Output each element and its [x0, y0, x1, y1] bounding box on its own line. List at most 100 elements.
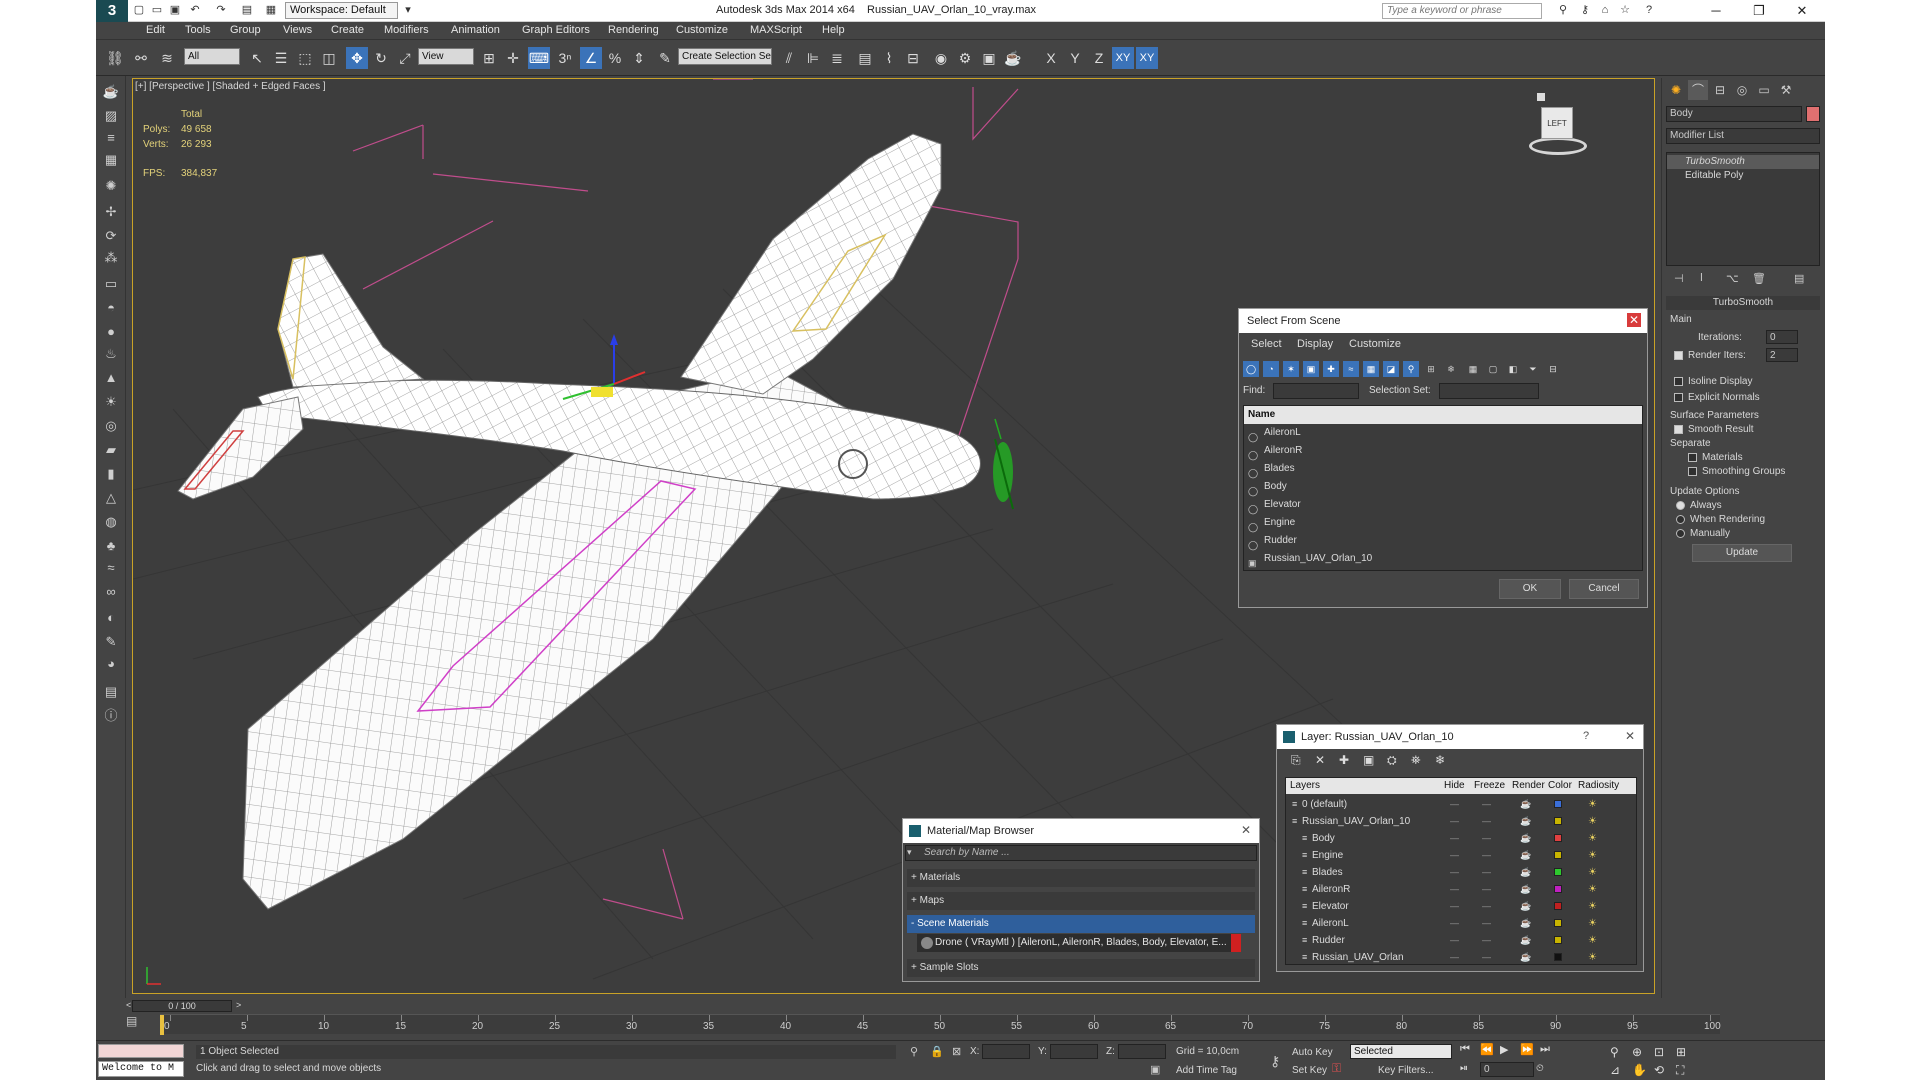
schematic-view-icon[interactable]: ⊟	[902, 47, 924, 69]
layer-name[interactable]: Engine	[1312, 847, 1343, 864]
layer-row[interactable]: AileronR ≡ — — ☕ ☀	[1286, 881, 1636, 898]
render-toggle-icon[interactable]: ☕	[1520, 898, 1531, 915]
teapot-small-icon[interactable]: ♨	[101, 344, 121, 364]
zoom-extents-all-icon[interactable]: ⊞	[1676, 1045, 1686, 1059]
hide-toggle-icon[interactable]: —	[1450, 813, 1459, 830]
mirror-icon[interactable]: ⫽	[778, 47, 800, 69]
hide-toggle-icon[interactable]: —	[1450, 881, 1459, 898]
maximize-button[interactable]: ❐	[1739, 2, 1779, 20]
info-icon[interactable]: ⓘ	[101, 706, 121, 726]
col-freeze[interactable]: Freeze	[1474, 778, 1505, 794]
render-iters-spinner[interactable]: 2	[1766, 348, 1798, 362]
display-geometry-icon[interactable]: ◯	[1243, 361, 1259, 377]
app-logo-icon[interactable]: 3	[96, 0, 128, 22]
rendered-frame-icon[interactable]: ▣	[978, 47, 1000, 69]
close-icon[interactable]: ✕	[1623, 729, 1637, 743]
materials-section[interactable]: + Materials	[907, 869, 1255, 887]
select-rotate-icon[interactable]: ↻	[370, 47, 392, 69]
col-render[interactable]: Render	[1512, 778, 1545, 794]
remove-modifier-icon[interactable]: 🗑	[1752, 272, 1766, 285]
select-scale-icon[interactable]: ⤢	[394, 47, 416, 69]
layer-row[interactable]: Blades ≡ — — ☕ ☀	[1286, 864, 1636, 881]
radiosity-icon[interactable]: ☀	[1588, 813, 1597, 830]
layer-row[interactable]: Russian_UAV_Orlan ≡ — — ☕ ☀	[1286, 949, 1636, 966]
layer-row[interactable]: Russian_UAV_Orlan_10 ≡ — — ☕ ☀	[1286, 813, 1636, 830]
hierarchy-tab-icon[interactable]: ⊟	[1710, 80, 1730, 100]
save-file-icon[interactable]: ▣	[168, 3, 182, 17]
helper-icon[interactable]: ✢	[101, 202, 121, 222]
plane-icon[interactable]: ▰	[101, 440, 121, 460]
next-key-icon[interactable]: ⏩	[1520, 1043, 1534, 1056]
layer-name[interactable]: 0 (default)	[1302, 796, 1347, 813]
grid-icon[interactable]: ▦	[101, 150, 121, 170]
pan-icon[interactable]: ✋	[1632, 1063, 1647, 1077]
pyramid-icon[interactable]: △	[101, 488, 121, 508]
hide-toggle-icon[interactable]: —	[1450, 796, 1459, 813]
radiosity-icon[interactable]: ☀	[1588, 847, 1597, 864]
radiosity-icon[interactable]: ☀	[1588, 796, 1597, 813]
modifier-list-dropdown[interactable]: Modifier List	[1666, 128, 1820, 144]
layer-name[interactable]: Blades	[1312, 864, 1343, 881]
edit-named-selection-icon[interactable]: ✎	[654, 47, 676, 69]
viewcube-face[interactable]: LEFT	[1541, 107, 1573, 139]
render-toggle-icon[interactable]: ☕	[1520, 813, 1531, 830]
bind-spacewarp-icon[interactable]: ≋	[156, 47, 178, 69]
zoom-all-icon[interactable]: ⊕	[1632, 1045, 1642, 1059]
selection-filter-dropdown[interactable]: All	[184, 48, 240, 65]
time-config-icon[interactable]: ⏲	[1536, 1063, 1544, 1074]
isoline-display-checkbox[interactable]: Isoline Display	[1674, 376, 1752, 387]
redo-icon[interactable]: ↷	[214, 3, 228, 17]
spinner-snap-icon[interactable]: ⇕	[628, 47, 650, 69]
display-frozen-icon[interactable]: ❄	[1443, 361, 1459, 377]
workspace-dropdown[interactable]: Workspace: Default	[285, 2, 398, 19]
maps-section[interactable]: + Maps	[907, 892, 1255, 910]
favorites-star-icon[interactable]: ☆	[1618, 3, 1632, 17]
layer-name[interactable]: Rudder	[1312, 932, 1345, 949]
display-spacewarps-icon[interactable]: ≈	[1343, 361, 1359, 377]
radiosity-icon[interactable]: ☀	[1588, 915, 1597, 932]
image-icon[interactable]: ▨	[101, 106, 121, 126]
col-layers[interactable]: Layers	[1290, 778, 1320, 794]
layer-row[interactable]: Elevator ≡ — — ☕ ☀	[1286, 898, 1636, 915]
freeze-toggle-icon[interactable]: —	[1482, 915, 1491, 932]
render-teapot-icon[interactable]: ☕	[1002, 47, 1024, 69]
layer-name[interactable]: Body	[1312, 830, 1335, 847]
stack-item-turbosmooth[interactable]: TurboSmooth	[1667, 155, 1819, 169]
radiosity-icon[interactable]: ☀	[1588, 830, 1597, 847]
hide-toggle-icon[interactable]: —	[1450, 898, 1459, 915]
align-icon[interactable]: ⊫	[802, 47, 824, 69]
layer-name[interactable]: Elevator	[1312, 898, 1349, 915]
freeze-toggle-icon[interactable]: —	[1482, 813, 1491, 830]
layer-help-icon[interactable]: ?	[1583, 730, 1589, 742]
turbosmooth-rollout-title[interactable]: TurboSmooth	[1666, 296, 1820, 310]
layer-manager-icon[interactable]: ≣	[826, 47, 848, 69]
list-item[interactable]: AileronL	[1244, 424, 1642, 442]
angle-snap-icon[interactable]: ∠	[580, 47, 602, 69]
maxscript-listener-mini[interactable]	[98, 1044, 184, 1058]
layer-row[interactable]: Body ≡ — — ☕ ☀	[1286, 830, 1636, 847]
layer-color-swatch[interactable]	[1554, 817, 1562, 825]
list-item[interactable]: Engine	[1244, 514, 1642, 532]
iterations-spinner[interactable]: 0	[1766, 330, 1798, 344]
pin-stack-icon[interactable]: ⊣	[1674, 272, 1684, 285]
radiosity-icon[interactable]: ☀	[1588, 864, 1597, 881]
menu-group[interactable]: Group	[230, 24, 261, 36]
time-tag-icon[interactable]: ▣	[1150, 1063, 1160, 1076]
zoom-extents-icon[interactable]: ⊡	[1654, 1045, 1664, 1059]
isolate-icon[interactable]: ⚲	[910, 1045, 918, 1058]
help-search-input[interactable]: Type a keyword or phrase	[1382, 3, 1542, 19]
menu-modifiers[interactable]: Modifiers	[384, 24, 429, 36]
hide-toggle-icon[interactable]: —	[1450, 915, 1459, 932]
pivot-center-icon[interactable]: ⊞	[478, 47, 500, 69]
box-icon[interactable]: ▭	[101, 274, 121, 294]
display-containers-icon[interactable]: ⊞	[1423, 361, 1439, 377]
scene-materials-section[interactable]: - Scene Materials	[907, 915, 1255, 933]
select-manipulate-icon[interactable]: ✛	[502, 47, 524, 69]
hide-toggle-icon[interactable]: —	[1450, 864, 1459, 881]
mini-curve-editor-icon[interactable]: ▤	[126, 1014, 148, 1034]
select-by-name-icon[interactable]: ☰	[270, 47, 292, 69]
previous-key-icon[interactable]: ⏪	[1480, 1043, 1494, 1056]
binoculars-icon[interactable]: ⚲	[1556, 3, 1570, 17]
make-unique-icon[interactable]: ⌥	[1726, 272, 1739, 285]
sample-slots-section[interactable]: + Sample Slots	[907, 959, 1255, 977]
